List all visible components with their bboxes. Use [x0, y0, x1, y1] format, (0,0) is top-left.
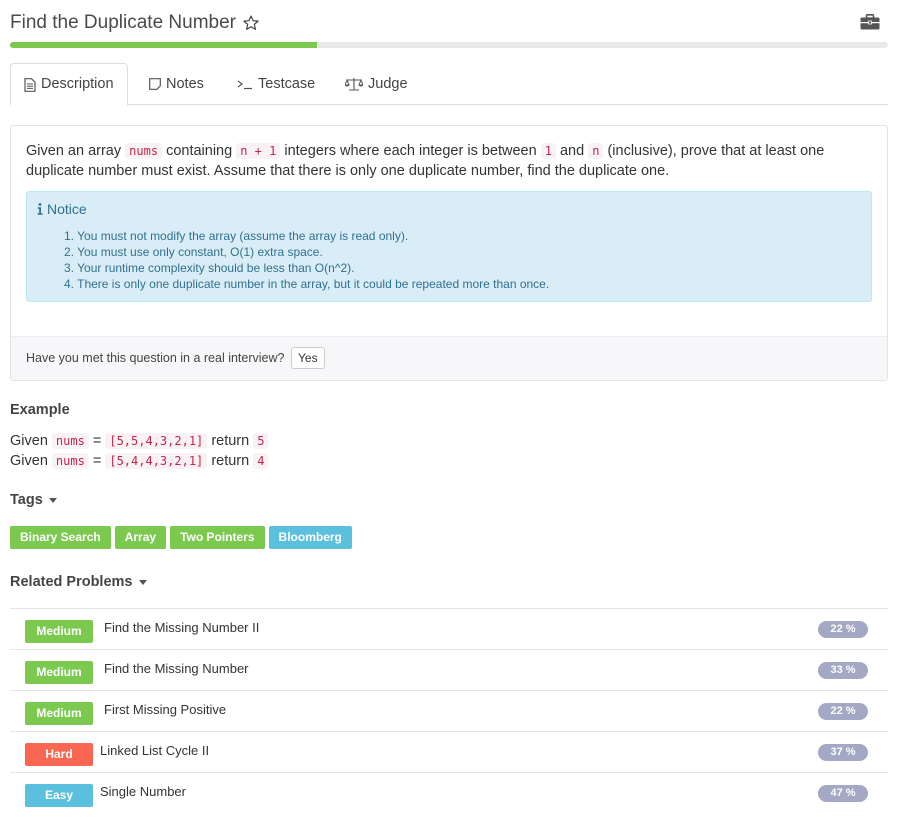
caret-down-icon [48, 497, 57, 503]
acceptance-badge: 37 % [818, 744, 868, 761]
tag-bloomberg[interactable]: Bloomberg [268, 526, 352, 549]
page-title: Find the Duplicate Number [10, 9, 260, 37]
document-icon [24, 77, 36, 92]
example-line: Given nums = [5,4,4,3,2,1] return 4 [10, 451, 269, 471]
briefcase-icon[interactable] [860, 14, 880, 30]
example-value: 5 [253, 433, 269, 449]
difficulty-badge: Easy [25, 784, 93, 807]
interview-footer: Have you met this question in a real int… [11, 336, 887, 380]
acceptance-badge: 47 % [818, 785, 868, 802]
problem-card: Given an array nums containing n + 1 int… [10, 125, 888, 381]
problem-title: Find the Duplicate Number [10, 12, 236, 33]
related-problem-link[interactable]: Linked List Cycle II [100, 743, 209, 758]
desc-text: containing [162, 143, 237, 159]
code-one: 1 [540, 143, 556, 159]
tab-bar: Description Notes Testcase Judge [10, 63, 888, 106]
example-title: Example [10, 402, 70, 418]
example-heading: Example [10, 402, 70, 418]
notice-item: 2. You must use only constant, O(1) extr… [64, 245, 323, 259]
notice-item: 4. There is only one duplicate number in… [64, 277, 550, 291]
notice-item: 3. Your runtime complexity should be les… [64, 261, 355, 275]
related-list: Medium Find the Missing Number II 22 % M… [10, 608, 888, 813]
example-text: return [211, 433, 250, 449]
tag-list: Binary Search Array Two Pointers Bloombe… [10, 526, 352, 549]
code-n: n [588, 143, 604, 159]
problem-description: Given an array nums containing n + 1 int… [26, 141, 866, 181]
tab-label: Notes [166, 75, 204, 92]
acceptance-badge: 33 % [818, 662, 868, 679]
tab-label: Description [41, 76, 114, 92]
tab-testcase[interactable]: Testcase [224, 63, 328, 105]
yes-button[interactable]: Yes [291, 347, 325, 369]
related-row[interactable]: Medium Find the Missing Number 33 % [10, 649, 888, 690]
note-icon [149, 78, 161, 90]
example-text: = [92, 453, 102, 469]
tag-two-pointers[interactable]: Two Pointers [170, 526, 265, 549]
related-title: Related Problems [10, 574, 133, 590]
info-icon [37, 203, 43, 215]
tags-title: Tags [10, 492, 43, 508]
desc-text: and [555, 143, 589, 159]
notice-title: Notice [47, 201, 87, 217]
progress-fill [10, 42, 318, 48]
example-array: [5,5,4,3,2,1] [105, 433, 208, 449]
related-problem-link[interactable]: First Missing Positive [104, 702, 226, 717]
notice-item: 1. You must not modify the array (assume… [64, 229, 409, 243]
acceptance-badge: 22 % [818, 621, 868, 638]
notice-list: 1. You must not modify the array (assume… [64, 228, 549, 292]
tab-notes[interactable]: Notes [136, 63, 217, 105]
related-row[interactable]: Hard Linked List Cycle II 37 % [10, 731, 888, 772]
example-var: nums [51, 453, 89, 469]
tab-judge[interactable]: Judge [332, 63, 421, 105]
tab-label: Testcase [258, 75, 316, 92]
related-row[interactable]: Medium First Missing Positive 22 % [10, 690, 888, 731]
notice-box: Notice 1. You must not modify the array … [26, 191, 872, 302]
notice-heading: Notice [37, 201, 87, 217]
tags-toggle[interactable]: Tags [10, 492, 57, 508]
example-value: 4 [253, 453, 269, 469]
difficulty-badge: Medium [25, 702, 93, 725]
related-problem-link[interactable]: Find the Missing Number II [104, 620, 259, 635]
related-row[interactable]: Medium Find the Missing Number II 22 % [10, 608, 888, 649]
terminal-icon [237, 80, 252, 90]
example-array: [5,4,4,3,2,1] [105, 453, 208, 469]
problem-header: Find the Duplicate Number [10, 9, 888, 37]
related-problem-link[interactable]: Find the Missing Number [104, 661, 249, 676]
scale-icon [345, 78, 363, 91]
acceptance-badge: 22 % [818, 703, 868, 720]
difficulty-badge: Hard [25, 743, 93, 766]
related-toggle[interactable]: Related Problems [10, 574, 147, 590]
tab-label: Judge [368, 75, 408, 92]
interview-question: Have you met this question in a real int… [26, 351, 285, 365]
example-text: Given [10, 453, 48, 469]
desc-text: Given an array [26, 143, 126, 159]
desc-text: integers where each integer is between [280, 143, 541, 159]
code-nums: nums [125, 143, 163, 159]
example-text: = [92, 433, 102, 449]
related-problem-link[interactable]: Single Number [100, 784, 186, 799]
example-var: nums [51, 433, 89, 449]
tag-array[interactable]: Array [114, 526, 167, 549]
example-text: Given [10, 433, 48, 449]
star-outline-icon[interactable] [242, 14, 260, 32]
example-line: Given nums = [5,5,4,3,2,1] return 5 [10, 431, 269, 451]
caret-down-icon [138, 579, 147, 585]
example-text: return [211, 453, 250, 469]
related-row[interactable]: Easy Single Number 47 % [10, 772, 888, 813]
code-n-plus-1: n + 1 [236, 143, 281, 159]
tab-description[interactable]: Description [10, 63, 128, 106]
difficulty-badge: Medium [25, 661, 93, 684]
progress-bar [10, 42, 888, 48]
difficulty-badge: Medium [25, 620, 93, 643]
tag-binary-search[interactable]: Binary Search [10, 526, 111, 549]
